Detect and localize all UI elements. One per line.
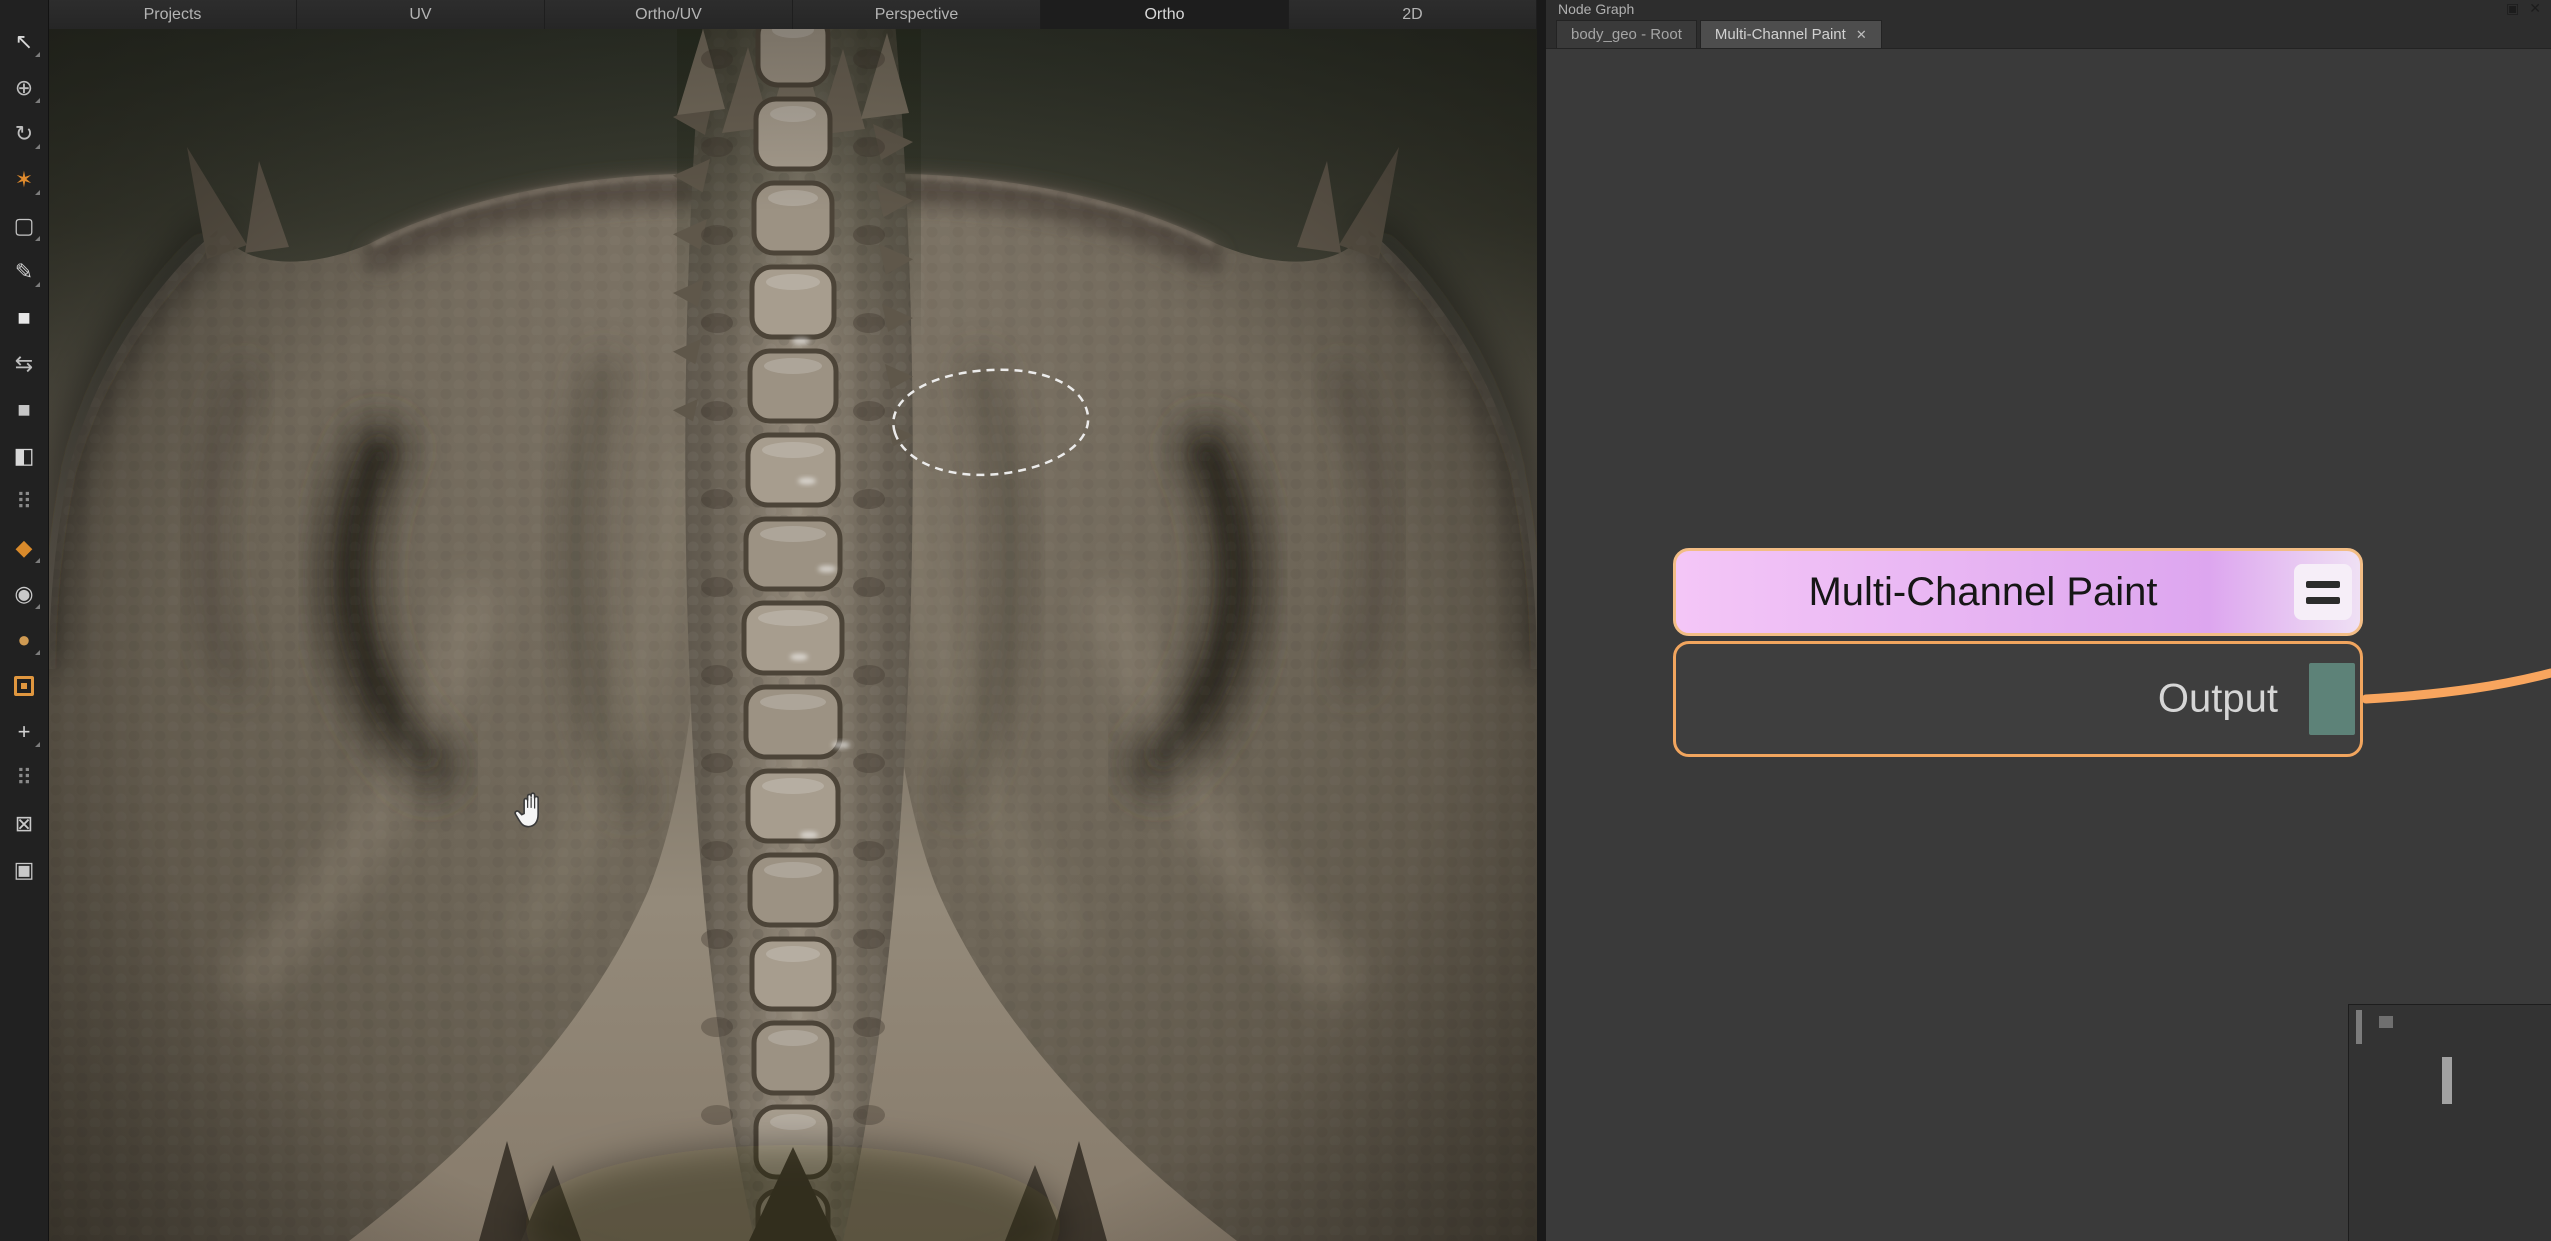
- background-color-swatch[interactable]: ■: [7, 394, 41, 426]
- shading-sphere-tool[interactable]: ●: [7, 624, 41, 656]
- panel-title: Node Graph: [1558, 1, 1634, 17]
- tool-column: ↖ ⊕ ↻ ✶ ▢ ✎ ■ ⇆ ■ ◧ ⠿ ◆ ◉ ● + ⠿ ⊠ ▣: [0, 0, 49, 1241]
- panel-splitter[interactable]: [1537, 0, 1546, 1241]
- node-graph-navigator[interactable]: [2348, 1004, 2551, 1241]
- node-multi-channel-paint-header[interactable]: Multi-Channel Paint: [1673, 548, 2363, 636]
- graph-tab-body-geo-root[interactable]: body_geo - Root: [1556, 20, 1697, 48]
- tab-ortho-uv[interactable]: Ortho/UV: [545, 0, 793, 29]
- panel-detach-icon[interactable]: ▣: [2506, 0, 2519, 17]
- zoom-tool[interactable]: ⊕: [7, 72, 41, 104]
- drag-handle-upper[interactable]: ⠿: [7, 486, 41, 518]
- tab-close-icon[interactable]: ✕: [1856, 27, 1867, 43]
- select-cursor-tool[interactable]: ↖: [7, 26, 41, 58]
- navigator-mini-node: [2379, 1016, 2393, 1028]
- app-window: ↖ ⊕ ↻ ✶ ▢ ✎ ■ ⇆ ■ ◧ ⠿ ◆ ◉ ● + ⠿ ⊠ ▣ ProjectsUVOrtho/UVPer…: [0, 0, 2551, 1241]
- viewport-tabbar: ProjectsUVOrtho/UVPerspectiveOrtho2D: [49, 0, 1537, 29]
- viewport-scene[interactable]: [49, 29, 1537, 1241]
- node-graph-tabbar: body_geo - Root Multi-Channel Paint ✕: [1546, 20, 2551, 49]
- tab-projects[interactable]: Projects: [49, 0, 297, 29]
- node-title: Multi-Channel Paint: [1808, 570, 2157, 615]
- layered-view-tool[interactable]: ▣: [7, 854, 41, 886]
- no-paint-target[interactable]: ⊠: [7, 808, 41, 840]
- node-output-label: Output: [2158, 677, 2278, 722]
- tab-ortho[interactable]: Ortho: [1041, 0, 1289, 29]
- mask-preview-swatch[interactable]: ◧: [7, 440, 41, 472]
- panel-close-icon[interactable]: ✕: [2529, 0, 2541, 17]
- rotate-view-tool[interactable]: ↻: [7, 118, 41, 150]
- foreground-color-swatch[interactable]: ■: [7, 302, 41, 334]
- tab-2d[interactable]: 2D: [1289, 0, 1537, 29]
- node-graph-panel: Node Graph ▣ ✕ body_geo - Root Multi-Cha…: [1546, 0, 2551, 1241]
- drag-handle-lower[interactable]: ⠿: [7, 762, 41, 794]
- panel-controls: ▣ ✕: [2506, 0, 2541, 17]
- smudge-tool[interactable]: ◆: [7, 532, 41, 564]
- add-tool[interactable]: +: [7, 716, 41, 748]
- navigator-scrollbar[interactable]: [2356, 1010, 2362, 1044]
- paint-target[interactable]: [7, 670, 41, 702]
- node-multi-channel-paint-body[interactable]: Output: [1673, 641, 2363, 757]
- tab-perspective[interactable]: Perspective: [793, 0, 1041, 29]
- node-menu-icon[interactable]: [2294, 564, 2352, 620]
- graph-tab-multi-channel-paint[interactable]: Multi-Channel Paint ✕: [1700, 20, 1882, 48]
- navigator-mini-node: [2442, 1057, 2452, 1104]
- paint-brush-tool[interactable]: ✎: [7, 256, 41, 288]
- projection-toggle[interactable]: ◉: [7, 578, 41, 610]
- tab-uv[interactable]: UV: [297, 0, 545, 29]
- swap-colors-tool[interactable]: ⇆: [7, 348, 41, 380]
- paint-blob-tool[interactable]: ✶: [7, 164, 41, 196]
- marquee-select-tool[interactable]: ▢: [7, 210, 41, 242]
- output-port[interactable]: [2309, 663, 2355, 735]
- viewport-3d[interactable]: [49, 29, 1537, 1241]
